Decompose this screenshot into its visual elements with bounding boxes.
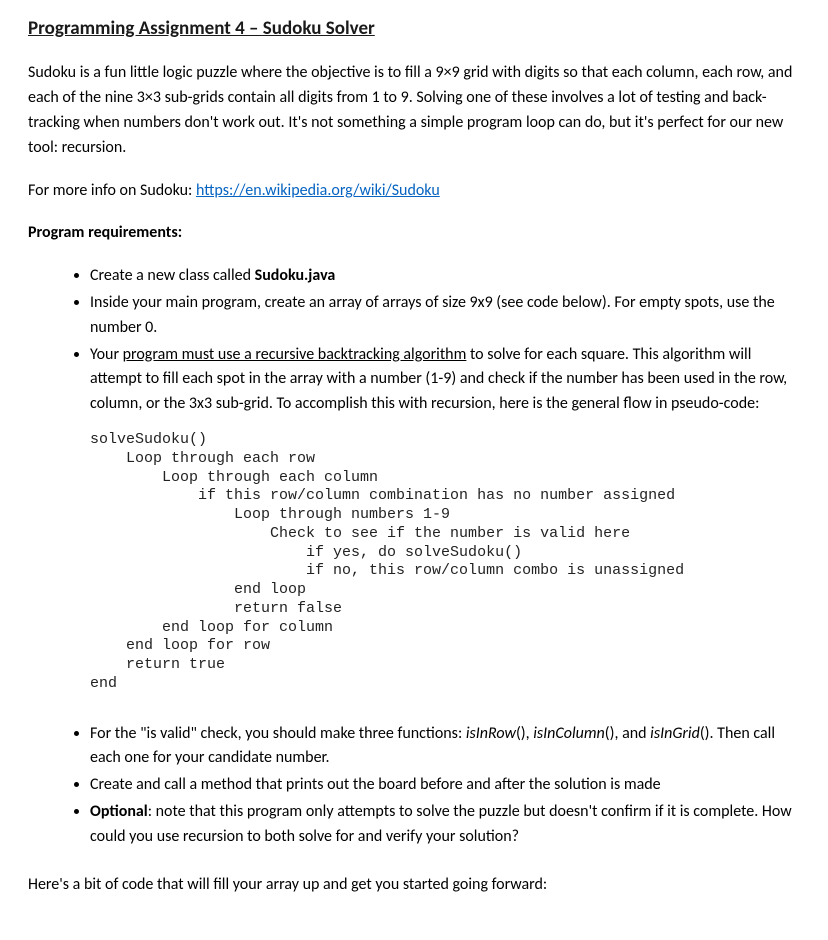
req3-prefix: Your bbox=[90, 345, 123, 364]
page-title: Programming Assignment 4 – Sudoku Solver bbox=[28, 14, 800, 43]
intro-paragraph: Sudoku is a fun little logic puzzle wher… bbox=[28, 61, 800, 160]
req6-bold: Optional bbox=[90, 802, 148, 821]
req4-f2: isInColumn bbox=[533, 724, 605, 743]
req4-p2: (), and bbox=[605, 724, 650, 743]
list-item: Inside your main program, create an arra… bbox=[90, 291, 800, 341]
req4-f3: isInGrid bbox=[650, 724, 700, 743]
wikipedia-link[interactable]: https://en.wikipedia.org/wiki/Sudoku bbox=[196, 181, 440, 200]
list-item: For the "is valid" check, you should mak… bbox=[90, 722, 800, 772]
more-info-prefix: For more info on Sudoku: bbox=[28, 181, 196, 200]
req1-prefix: Create a new class called bbox=[90, 266, 255, 285]
requirements-list: Create a new class called Sudoku.java In… bbox=[28, 264, 800, 849]
requirements-heading: Program requirements: bbox=[28, 221, 800, 246]
more-info-line: For more info on Sudoku: https://en.wiki… bbox=[28, 179, 800, 204]
list-item: Create and call a method that prints out… bbox=[90, 773, 800, 798]
list-item: Optional: note that this program only at… bbox=[90, 800, 800, 850]
list-item: Create a new class called Sudoku.java bbox=[90, 264, 800, 289]
req1-class: Sudoku.java bbox=[255, 266, 336, 285]
list-item: Your program must use a recursive backtr… bbox=[90, 343, 800, 694]
req6-rest: : note that this program only attempts t… bbox=[90, 802, 792, 846]
req3-underline: program must use a recursive backtrackin… bbox=[123, 345, 467, 364]
closing-line: Here's a bit of code that will fill your… bbox=[28, 873, 800, 898]
req4-p1: (), bbox=[516, 724, 533, 743]
req4-prefix: For the "is valid" check, you should mak… bbox=[90, 724, 466, 743]
pseudocode-block: solveSudoku() Loop through each row Loop… bbox=[90, 431, 800, 694]
req4-f1: isInRow bbox=[466, 724, 516, 743]
